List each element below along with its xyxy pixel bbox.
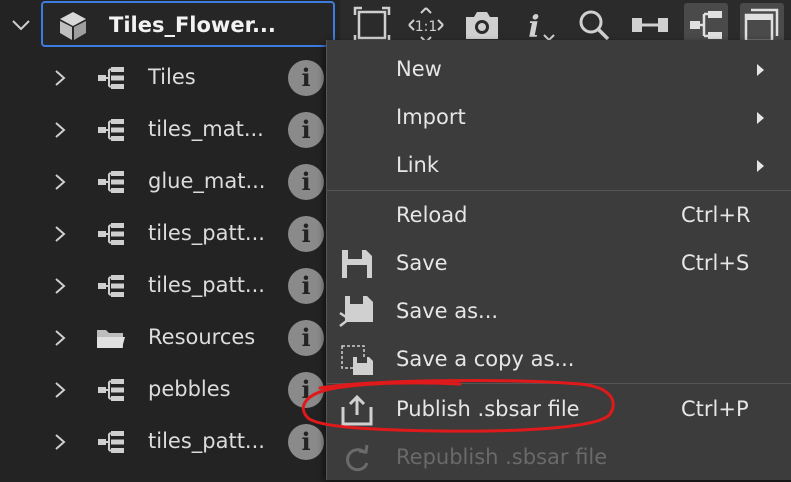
menu-item-save-as[interactable]: Save as... [327, 288, 791, 336]
menu-item-publish[interactable]: Publish .sbsar file Ctrl+P [327, 386, 791, 434]
package-icon [60, 12, 86, 40]
menu-item-label: Save [396, 251, 448, 275]
tree-item-label: pebbles [148, 377, 231, 401]
tree-item-label: tiles_patt... [148, 273, 265, 297]
submenu-arrow-icon [757, 160, 764, 172]
menu-item-label: Publish .sbsar file [396, 397, 580, 421]
tree-item[interactable]: tiles_patt... i [0, 260, 330, 312]
tree-item[interactable]: tiles_patt... i [0, 208, 330, 260]
chevron-right-icon[interactable] [50, 118, 70, 142]
menu-item-republish: Republish .sbsar file [327, 434, 791, 482]
menu-item-save[interactable]: Save Ctrl+S [327, 240, 791, 288]
explorer-tree: Tiles_Flower... Tiles i tiles_mat... i g… [0, 0, 335, 468]
graph-icon [98, 67, 124, 89]
menu-item-import[interactable]: Import [327, 94, 791, 142]
info-icon[interactable]: i [288, 112, 324, 148]
info-icon[interactable]: i [288, 268, 324, 304]
graph-icon [98, 379, 124, 401]
graph-icon [98, 275, 124, 297]
chevron-right-icon[interactable] [50, 326, 70, 350]
republish-icon [346, 444, 369, 472]
chevron-right-icon[interactable] [50, 378, 70, 402]
menu-item-reload[interactable]: Reload Ctrl+R [327, 192, 791, 240]
save-as-icon [339, 296, 373, 327]
menu-item-label: Republish .sbsar file [396, 445, 608, 469]
tree-item[interactable]: tiles_patt... i [0, 416, 330, 468]
tree-item-label: Tiles [148, 65, 196, 89]
graph-icon [98, 223, 124, 245]
chevron-right-icon[interactable] [50, 274, 70, 298]
package-name: Tiles_Flower... [109, 13, 276, 37]
tree-item-label: tiles_patt... [148, 221, 265, 245]
menu-item-label: Save as... [396, 299, 499, 323]
chevron-right-icon[interactable] [50, 430, 70, 454]
tree-root-row[interactable]: Tiles_Flower... [0, 0, 340, 52]
submenu-arrow-icon [757, 112, 764, 124]
tree-item-label: tiles_mat... [148, 117, 264, 141]
zoom-label: 1:1 [415, 19, 438, 35]
menu-separator [327, 190, 791, 191]
save-copy-icon [341, 345, 373, 375]
menu-item-label: Reload [396, 203, 468, 227]
menu-item-label: Import [396, 105, 466, 129]
tree-item-label: glue_mat... [148, 169, 266, 193]
menu-item-shortcut: Ctrl+P [681, 397, 749, 421]
folder-icon [97, 330, 125, 348]
menu-item-label: New [396, 57, 442, 81]
chevron-right-icon[interactable] [50, 66, 70, 90]
menu-item-save-copy[interactable]: Save a copy as... [327, 336, 791, 384]
submenu-arrow-icon [757, 64, 764, 76]
info-icon[interactable]: i [288, 164, 324, 200]
tree-item-label: tiles_patt... [148, 429, 265, 453]
chevron-right-icon[interactable] [50, 222, 70, 246]
graph-icon [98, 171, 124, 193]
menu-separator [327, 383, 791, 384]
graph-toolbar: 1:1 i [340, 0, 791, 47]
menu-item-new[interactable]: New [327, 46, 791, 94]
context-menu: New Import Link Reload Ctrl+R Save Ctrl+… [326, 40, 791, 480]
info-icon[interactable]: i [288, 60, 324, 96]
menu-item-shortcut: Ctrl+R [681, 203, 751, 227]
info-icon[interactable]: i [288, 320, 324, 356]
tree-item[interactable]: glue_mat... i [0, 156, 330, 208]
info-icon[interactable]: i [288, 372, 324, 408]
menu-item-label: Save a copy as... [396, 347, 575, 371]
graph-icon [98, 119, 124, 141]
package-selection-box[interactable]: Tiles_Flower... [41, 1, 335, 47]
save-icon [342, 250, 372, 278]
tree-item[interactable]: Tiles i [0, 52, 330, 104]
info-icon[interactable]: i [288, 424, 324, 460]
graph-icon [98, 431, 124, 453]
chevron-down-icon[interactable] [10, 14, 32, 36]
tree-item-label: Resources [148, 325, 256, 349]
tree-item[interactable]: Resources i [0, 312, 330, 364]
tree-item[interactable]: pebbles i [0, 364, 330, 416]
publish-icon [341, 394, 373, 426]
menu-item-link[interactable]: Link [327, 142, 791, 190]
menu-item-shortcut: Ctrl+S [681, 251, 750, 275]
menu-item-label: Link [396, 153, 440, 177]
chevron-right-icon[interactable] [50, 170, 70, 194]
info-icon[interactable]: i [288, 216, 324, 252]
tree-item[interactable]: tiles_mat... i [0, 104, 330, 156]
